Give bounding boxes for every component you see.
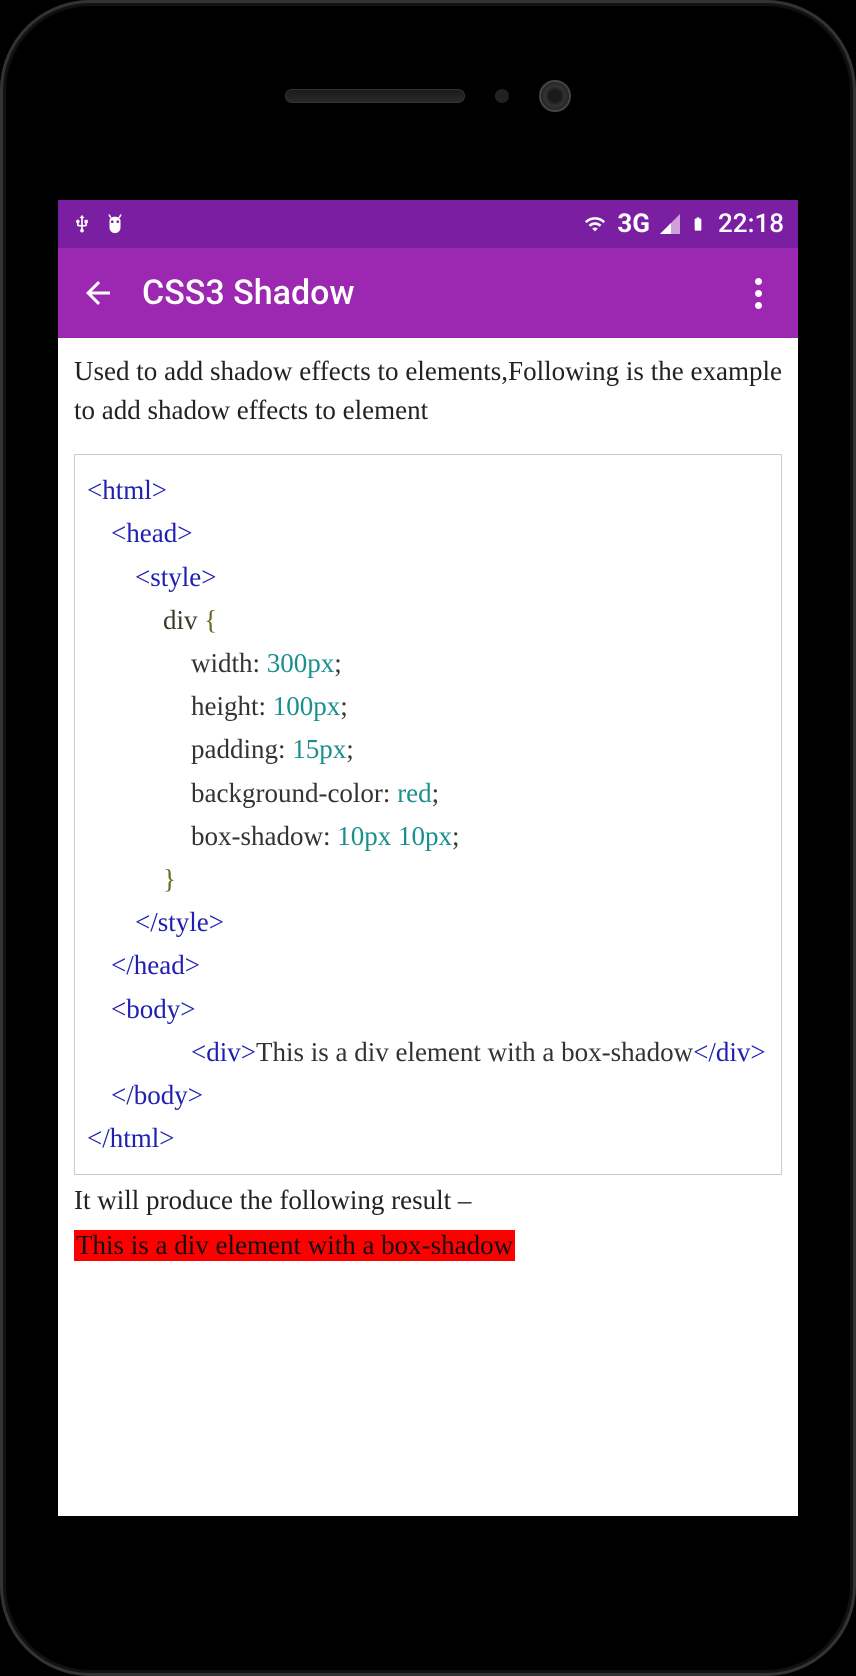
phone-camera: [539, 80, 571, 112]
code-tag: </html>: [87, 1123, 174, 1153]
code-brace: {: [204, 605, 217, 635]
phone-hardware-top: [285, 80, 571, 112]
phone-frame: 3G 22:18 CSS3 Shadow: [0, 0, 856, 1676]
code-example: <html> <head> <style> div { width: 300px…: [74, 454, 782, 1175]
code-brace: }: [163, 864, 176, 894]
more-options-button[interactable]: [738, 273, 778, 313]
page-title: CSS3 Shadow: [142, 273, 738, 313]
code-property: width:: [191, 648, 260, 678]
code-semi: ;: [346, 734, 354, 764]
code-value: red: [390, 778, 431, 808]
arrow-left-icon: [80, 275, 116, 311]
code-selector: div: [163, 605, 204, 635]
network-label: 3G: [617, 209, 650, 239]
code-tag: <body>: [111, 994, 195, 1024]
code-text: This is a div element with a box-shadow: [256, 1037, 693, 1067]
code-semi: ;: [452, 821, 460, 851]
code-property: box-shadow:: [191, 821, 330, 851]
code-semi: ;: [432, 778, 440, 808]
clock: 22:18: [718, 209, 784, 239]
code-semi: ;: [334, 648, 342, 678]
code-tag: <head>: [111, 518, 192, 548]
code-value: 300px: [260, 648, 334, 678]
code-tag: </div>: [693, 1037, 765, 1067]
code-property: height:: [191, 691, 266, 721]
code-value: 15px: [286, 734, 347, 764]
phone-speaker: [285, 89, 465, 103]
code-value: 10px 10px: [330, 821, 452, 851]
app-bar: CSS3 Shadow: [58, 248, 798, 338]
result-box-shadow-demo: This is a div element with a box-shadow: [74, 1230, 515, 1261]
status-left: [72, 210, 126, 238]
back-button[interactable]: [78, 273, 118, 313]
intro-paragraph: Used to add shadow effects to elements,F…: [74, 352, 782, 430]
content-area[interactable]: Used to add shadow effects to elements,F…: [58, 338, 798, 1275]
phone-inner: 3G 22:18 CSS3 Shadow: [18, 20, 838, 1656]
screen: 3G 22:18 CSS3 Shadow: [58, 200, 798, 1516]
code-tag: </body>: [111, 1080, 203, 1110]
code-property: background-color:: [191, 778, 390, 808]
code-tag: </head>: [111, 950, 200, 980]
phone-sensor: [495, 89, 509, 103]
code-semi: ;: [340, 691, 348, 721]
code-value: 100px: [266, 691, 340, 721]
status-right: 3G 22:18: [581, 209, 784, 239]
code-tag: <style>: [135, 562, 216, 592]
status-bar: 3G 22:18: [58, 200, 798, 248]
code-tag: </style>: [135, 907, 224, 937]
code-tag: <div>: [191, 1037, 256, 1067]
debug-icon: [104, 211, 126, 237]
wifi-icon: [581, 213, 609, 235]
battery-icon: [690, 211, 706, 237]
code-property: padding:: [191, 734, 286, 764]
result-label: It will produce the following result –: [74, 1185, 782, 1216]
code-tag: <html>: [87, 475, 167, 505]
usb-icon: [72, 210, 92, 238]
more-vert-icon: [755, 278, 762, 309]
signal-icon: [658, 212, 682, 236]
